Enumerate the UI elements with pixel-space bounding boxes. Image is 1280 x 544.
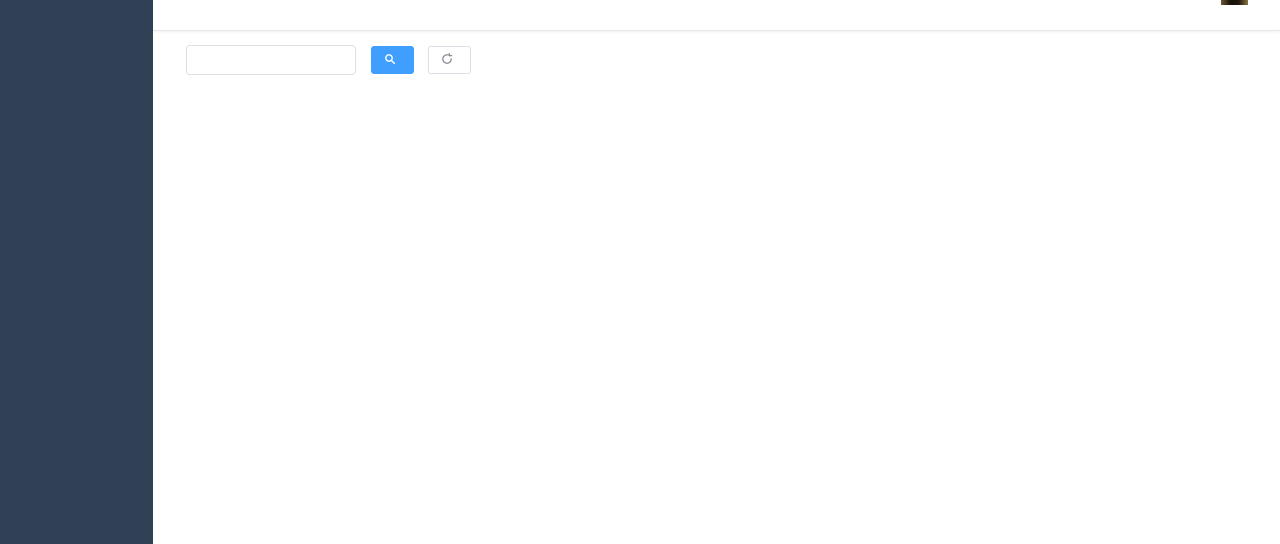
tabs-bar (153, 0, 1280, 31)
content-area (153, 31, 1280, 544)
refresh-icon (441, 53, 453, 68)
avatar-edge-artifact (1221, 0, 1248, 5)
customer-name-input[interactable] (186, 45, 356, 75)
app-window (0, 0, 1280, 544)
sidebar (0, 0, 153, 544)
search-icon (384, 53, 396, 68)
search-form (175, 43, 1258, 77)
reset-button[interactable] (428, 46, 471, 74)
search-button[interactable] (371, 46, 414, 74)
main-panel (153, 0, 1280, 544)
